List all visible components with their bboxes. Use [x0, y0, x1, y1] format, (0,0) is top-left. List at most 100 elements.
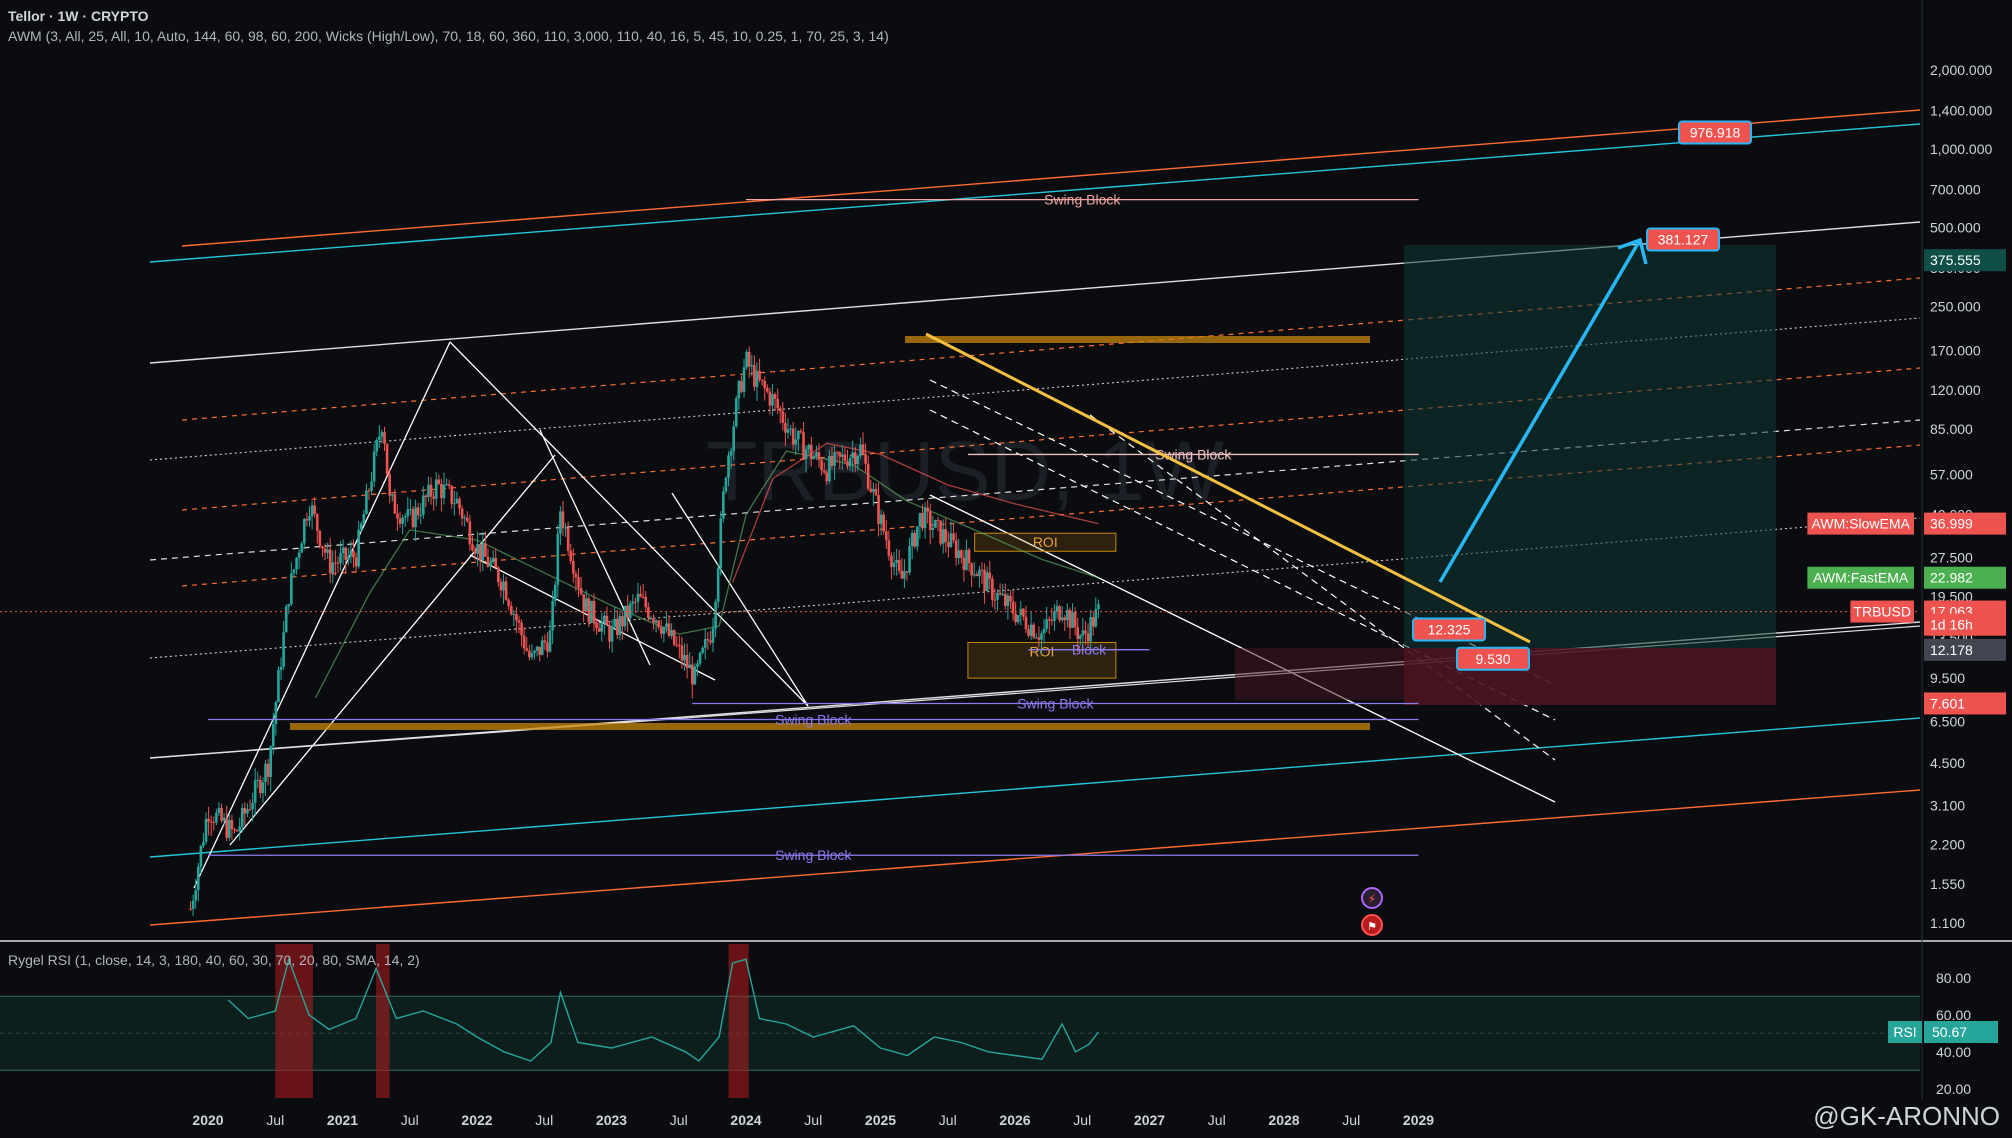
time-tick-label: Jul [1073, 1112, 1091, 1128]
swing-block-label: Swing Block [1044, 192, 1121, 208]
swing-block-label: Swing Block [775, 847, 852, 863]
candle-body [331, 562, 335, 574]
candle-body [1097, 604, 1100, 610]
time-tick-label: Jul [535, 1112, 553, 1128]
candle-body [442, 484, 446, 499]
rsi-name: RSI [1893, 1024, 1916, 1040]
candle-body [691, 664, 694, 685]
candle-body [882, 514, 886, 532]
candle-body [874, 489, 878, 496]
candle-body [603, 615, 606, 623]
candle-body [667, 623, 671, 636]
candle-body [740, 381, 743, 392]
candle-body [1047, 619, 1051, 621]
candle-body [662, 627, 666, 634]
candle-body [238, 826, 241, 832]
candle-body [856, 455, 860, 465]
author-watermark: @GK-ARONNO [1813, 1101, 2000, 1132]
candle-body [719, 518, 723, 569]
candle-body [243, 808, 247, 814]
candle-body [411, 509, 415, 528]
candle-body [685, 654, 689, 668]
candle-body [908, 546, 911, 573]
candle-body [1003, 594, 1007, 607]
candle-body [631, 601, 635, 604]
rsi-indicator-legend[interactable]: Rygel RSI (1, close, 14, 3, 180, 40, 60,… [8, 952, 420, 968]
candle-body [587, 598, 591, 623]
candle-body [680, 645, 684, 661]
candle-body [833, 452, 836, 467]
series-name: AWM:FastEMA [1813, 570, 1909, 586]
candle-body [993, 599, 997, 601]
candle-body [228, 820, 231, 838]
candle-body [641, 596, 645, 598]
candle-body [644, 596, 648, 608]
candle-body [1011, 601, 1015, 614]
candle-body [424, 495, 428, 498]
candle-body [941, 529, 945, 544]
candle-body [859, 444, 862, 456]
candle-body [261, 782, 265, 793]
candle-body [269, 746, 272, 777]
price-tick-label: 4.500 [1930, 755, 1965, 771]
candle-body [652, 618, 655, 623]
candle-body [753, 365, 756, 387]
candle-body [310, 505, 314, 517]
candle-body [339, 553, 342, 564]
swing-block-label: Swing Block [1017, 695, 1094, 711]
time-tick-label: 2027 [1134, 1112, 1165, 1128]
price-tag-value: 12.178 [1930, 642, 1973, 658]
candle-body [251, 802, 254, 810]
candle-body [939, 520, 942, 544]
candle-body [755, 370, 759, 387]
swing-block-label: Swing Block [775, 712, 852, 728]
candle-body [799, 430, 803, 433]
candle-body [804, 449, 808, 459]
candle-body [253, 780, 257, 803]
candle-body [877, 495, 880, 524]
candle-body [419, 514, 423, 516]
candle-body [975, 574, 979, 577]
indicator-legend[interactable]: AWM (3, All, 25, All, 10, Auto, 144, 60,… [8, 28, 889, 44]
candle-body [1071, 612, 1074, 628]
series-name: TRBUSD [1853, 604, 1911, 620]
candle-body [1068, 610, 1072, 628]
candle-body [817, 452, 821, 461]
candle-body [822, 470, 826, 473]
candle-body [996, 592, 999, 600]
candle-body [600, 622, 604, 632]
candle-body [1086, 633, 1090, 642]
price-tag-value: 1d 16h [1930, 617, 1973, 633]
candle-body [771, 394, 774, 406]
time-tick-label: 2024 [730, 1112, 761, 1128]
candle-body [742, 367, 746, 392]
candle-body [455, 498, 459, 504]
candle-body [572, 561, 575, 574]
candle-body [729, 450, 733, 456]
rsi-tick-label: 40.00 [1936, 1044, 1971, 1060]
candle-body [1084, 630, 1087, 634]
candle-body [277, 670, 280, 703]
candle-body [344, 547, 348, 560]
series-name: AWM:SlowEMA [1812, 516, 1911, 532]
candle-body [763, 380, 767, 389]
chart-title: Tellor · 1W · CRYPTO [8, 8, 149, 24]
candle-body [318, 530, 322, 547]
time-tick-label: Jul [670, 1112, 688, 1128]
candle-body [1073, 612, 1077, 628]
candle-body [194, 890, 197, 901]
candle-body [290, 573, 293, 605]
candle-body [346, 556, 350, 560]
candle-body [494, 557, 498, 568]
candle-body [1022, 608, 1025, 617]
candle-body [675, 644, 679, 646]
candle-body [998, 592, 1002, 595]
candle-body [427, 484, 430, 498]
candle-body [341, 547, 345, 554]
candle-body [872, 489, 875, 492]
roi-label: ROI [1033, 534, 1058, 550]
candle-body [538, 646, 541, 655]
candle-body [463, 517, 466, 519]
candle-body [649, 618, 653, 620]
candle-body [972, 574, 976, 576]
